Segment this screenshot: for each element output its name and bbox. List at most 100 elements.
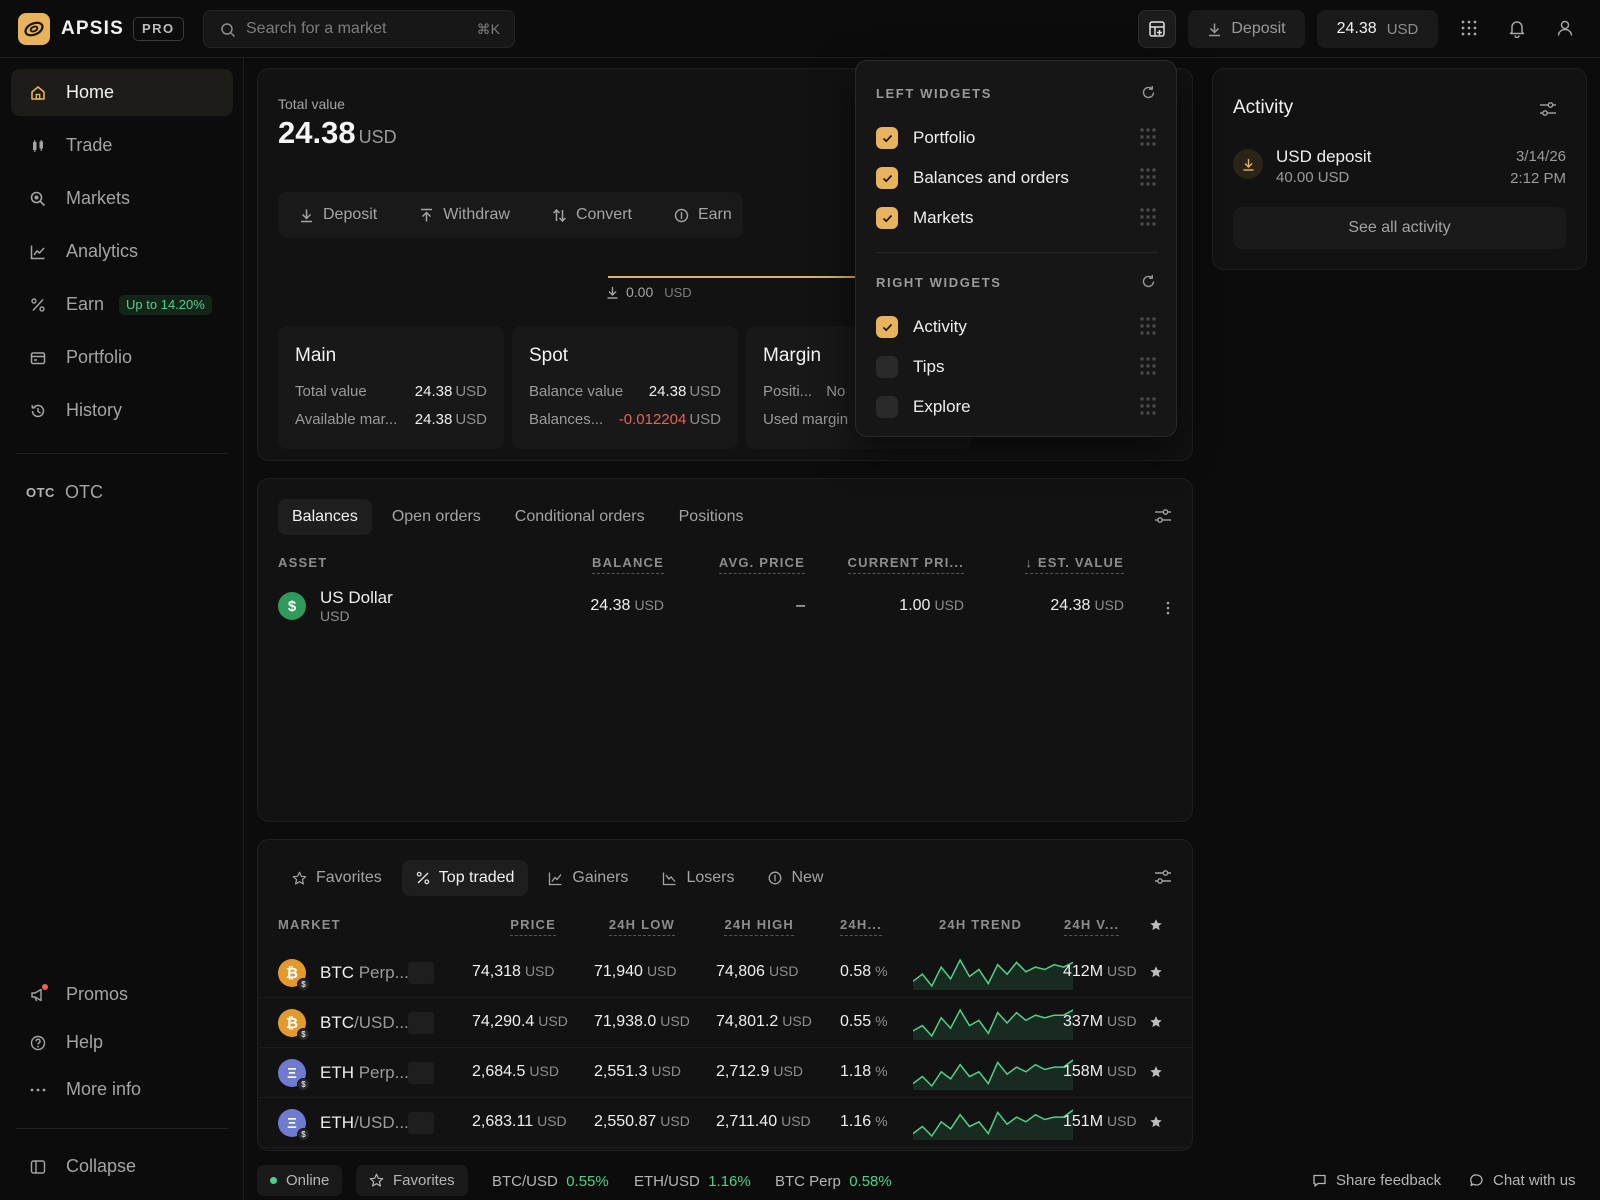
checkbox[interactable] [876,167,898,189]
column-current-price[interactable]: CURRENT PRI... [847,555,964,574]
favorite-star-icon[interactable] [1149,1065,1163,1079]
column-24h-high[interactable]: 24H HIGH [724,917,794,936]
user-icon[interactable] [1556,19,1574,37]
statusbar-favorites-button[interactable]: Favorites [356,1165,468,1196]
convert-button[interactable]: Convert [531,192,653,238]
deposit-button[interactable]: Deposit [278,192,398,238]
account-row-label: Total value [295,383,367,400]
column-avg-price[interactable]: AVG. PRICE [718,555,805,574]
connection-status[interactable]: Online [257,1165,343,1196]
reset-left-widgets-icon[interactable] [1141,85,1156,100]
bell-icon[interactable] [1508,19,1526,38]
sidebar-item-help[interactable]: Help [11,1019,233,1066]
market-row[interactable]: Ξ $ ETH/USD... 2,683.11 USD 2,550.87 USD 2,711.… [258,1098,1192,1148]
tab-positions[interactable]: Positions [665,499,758,535]
header-balance[interactable]: 24.38 USD [1317,10,1438,48]
account-tile-main[interactable]: Main Total value 24.38 USD Available mar..… [278,326,504,449]
ticker-eth-usd[interactable]: ETH/USD 1.16% [634,1173,751,1190]
widget-toggle-markets[interactable]: Markets [876,206,1158,230]
market-tag [408,1012,434,1034]
market-pair: /USD... [354,1113,409,1132]
ticker-btc-usd[interactable]: BTC/USD 0.55% [492,1173,609,1190]
tab-new[interactable]: New [754,860,837,896]
ticker-btc-perp[interactable]: BTC Perp 0.58% [775,1173,892,1190]
activity-settings-icon[interactable] [1539,101,1557,117]
header-deposit-button[interactable]: Deposit [1188,10,1305,48]
market-row[interactable]: ₿ $ BTC Perp... 74,318 USD 71,940 USD 74,806 USD… [258,948,1192,998]
markets-settings-icon[interactable] [1154,869,1172,885]
row-more-icon[interactable] [1166,601,1170,615]
search-input[interactable] [246,11,466,47]
tab-balances[interactable]: Balances [278,499,372,535]
column-24h-change[interactable]: 24H... [840,917,882,936]
online-label: Online [286,1172,330,1189]
markets-card: Favorites Top traded Gainers Losers New … [257,839,1193,1151]
drag-handle-icon[interactable] [1138,316,1158,336]
reset-right-widgets-icon[interactable] [1141,274,1156,289]
sidebar: Home Trade Markets Analytics Earn Up to … [0,58,244,1200]
drag-handle-icon[interactable] [1138,127,1158,147]
share-feedback-button[interactable]: Share feedback [1312,1172,1441,1189]
market-row[interactable]: ₿ $ BTC/USD... 74,290.4 USD 71,938.0 USD 74,801… [258,998,1192,1048]
checkbox[interactable] [876,316,898,338]
chat-with-us-button[interactable]: Chat with us [1469,1172,1576,1189]
sidebar-item-analytics[interactable]: Analytics [11,228,233,275]
favorite-star-icon[interactable] [1149,1015,1163,1029]
sidebar-item-portfolio[interactable]: Portfolio [11,334,233,381]
sidebar-item-trade[interactable]: Trade [11,122,233,169]
column-balance[interactable]: BALANCE [592,555,664,574]
account-row-value: 24.38 [414,411,453,428]
account-row-label: Available mar... [295,411,398,428]
widget-toggle-activity[interactable]: Activity [876,315,1158,339]
sidebar-item-otc[interactable]: OTC OTC [11,469,233,516]
checkbox[interactable] [876,207,898,229]
market-price-value: 2,683.11 [472,1113,534,1130]
balances-settings-icon[interactable] [1154,508,1172,524]
column-24h-low[interactable]: 24H LOW [608,917,675,936]
drag-handle-icon[interactable] [1138,207,1158,227]
checkbox[interactable] [876,396,898,418]
sidebar-item-markets[interactable]: Markets [11,175,233,222]
market-price-value: 2,684.5 [472,1063,526,1080]
sidebar-item-promos[interactable]: Promos [11,971,233,1018]
favorite-star-icon[interactable] [1149,965,1163,979]
market-row[interactable]: Ξ $ ETH Perp... 2,684.5 USD 2,551.3 USD 2,712.9… [258,1048,1192,1098]
currency: USD [1094,597,1124,613]
apps-grid-icon[interactable] [1460,19,1478,37]
sidebar-item-more-info[interactable]: More info [11,1066,233,1113]
widget-toggle-explore[interactable]: Explore [876,395,1158,419]
checkbox[interactable] [876,356,898,378]
market-24h-low: 71,940 USD [594,963,677,981]
sidebar-item-earn[interactable]: Earn Up to 14.20% [11,281,233,328]
tab-open-orders[interactable]: Open orders [378,499,495,535]
column-market[interactable]: MARKET [278,917,341,932]
tab-losers[interactable]: Losers [648,860,748,896]
layout-widgets-button[interactable] [1138,10,1176,48]
drag-handle-icon[interactable] [1138,396,1158,416]
tab-gainers[interactable]: Gainers [534,860,642,896]
tab-conditional-orders[interactable]: Conditional orders [501,499,659,535]
see-all-activity-button[interactable]: See all activity [1233,207,1566,249]
earn-button[interactable]: Earn [653,192,753,238]
tab-top-traded[interactable]: Top traded [401,860,529,896]
column-est-value[interactable]: ↓ EST. VALUE [1025,555,1124,574]
column-asset[interactable]: ASSET [278,555,327,570]
sidebar-collapse-button[interactable]: Collapse [11,1143,233,1190]
widget-toggle-portfolio[interactable]: Portfolio [876,126,1158,150]
drag-handle-icon[interactable] [1138,356,1158,376]
market-search[interactable]: ⌘K [203,10,515,48]
checkbox[interactable] [876,127,898,149]
widget-toggle-balances-and-orders[interactable]: Balances and orders [876,166,1158,190]
sidebar-item-home[interactable]: Home [11,69,233,116]
account-tile-spot[interactable]: Spot Balance value 24.38 USD Balances... -0… [512,326,738,449]
withdraw-button[interactable]: Withdraw [398,192,531,238]
sidebar-item-label: Analytics [66,241,139,261]
column-24h-volume[interactable]: 24H V... [1064,917,1120,936]
column-price[interactable]: PRICE [510,917,556,936]
drag-handle-icon[interactable] [1138,167,1158,187]
widget-toggle-tips[interactable]: Tips [876,355,1158,379]
favorite-star-icon[interactable] [1149,1115,1163,1129]
tab-favorites[interactable]: Favorites [278,860,396,896]
sidebar-item-history[interactable]: History [11,387,233,434]
apsis-logo-icon[interactable] [18,13,50,45]
